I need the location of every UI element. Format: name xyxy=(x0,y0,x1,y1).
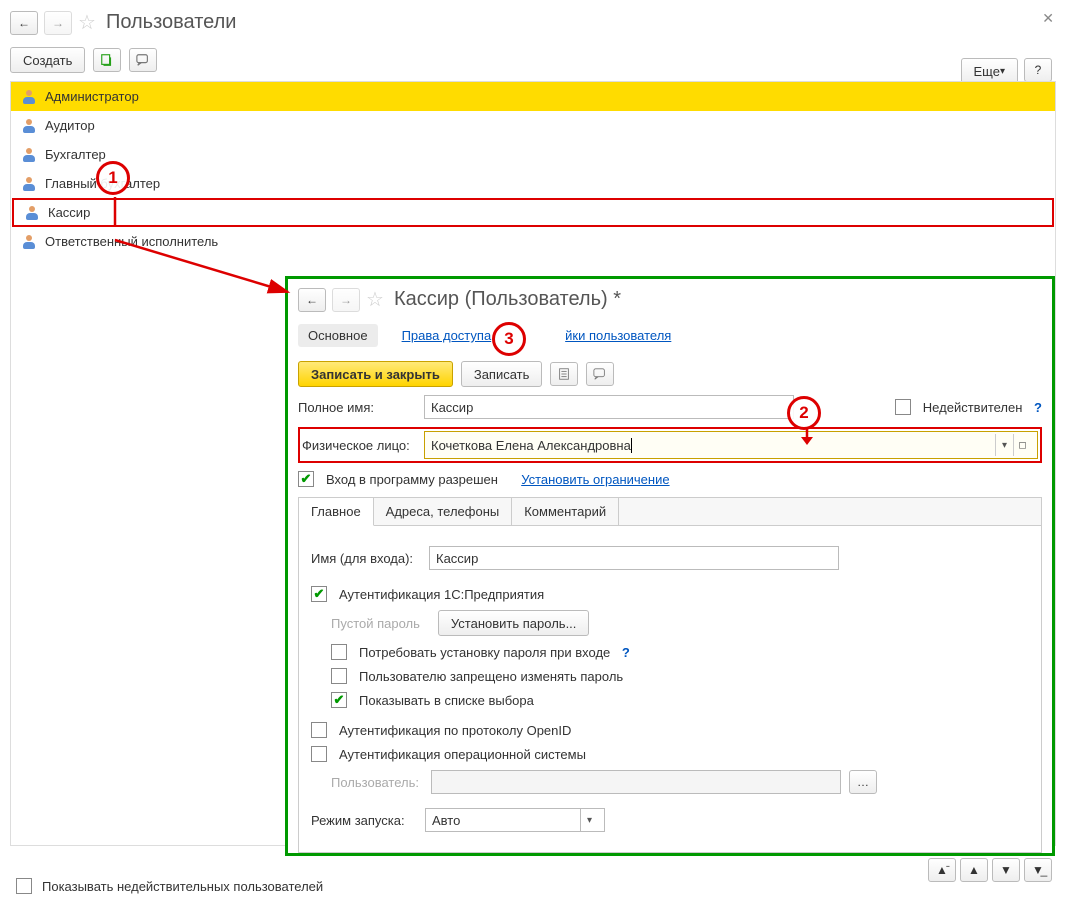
tab-rights[interactable]: Права доступа xyxy=(392,324,502,347)
user-row-auditor[interactable]: Аудитор xyxy=(11,111,1055,140)
show-in-list-checkbox[interactable]: ✔ xyxy=(331,692,347,708)
user-label: Ответственный исполнитель xyxy=(45,234,218,249)
subtab-addresses[interactable]: Адреса, телефоны xyxy=(374,498,513,525)
page-title: Пользователи xyxy=(106,11,237,34)
login-allowed-label: Вход в программу разрешен xyxy=(326,472,498,487)
help-label: ? xyxy=(1035,63,1042,77)
auth-openid-label: Аутентификация по протоколу OpenID xyxy=(339,723,571,738)
show-invalid-users-checkbox[interactable] xyxy=(16,878,32,894)
user-row-chief-accountant[interactable]: Главный бухгалтер xyxy=(11,169,1055,198)
full-name-input[interactable]: Кассир xyxy=(424,395,794,419)
nav-forward-button[interactable]: → xyxy=(44,11,72,35)
full-name-label: Полное имя: xyxy=(298,400,416,415)
annotation-2: 2 xyxy=(787,396,821,430)
chat-button[interactable] xyxy=(129,48,157,72)
auth-os-checkbox[interactable] xyxy=(311,746,327,762)
invalid-label: Недействителен xyxy=(923,400,1023,415)
tab-user-settings[interactable]: йки пользователя xyxy=(555,324,681,347)
subtab-comment[interactable]: Комментарий xyxy=(512,498,619,525)
user-row-accountant[interactable]: Бухгалтер xyxy=(11,140,1055,169)
os-user-browse-button[interactable]: … xyxy=(849,770,877,794)
user-label: Бухгалтер xyxy=(45,147,106,162)
close-button[interactable]: ✕ xyxy=(1042,10,1054,27)
user-icon xyxy=(23,148,35,162)
os-user-label: Пользователь: xyxy=(331,775,423,790)
invalid-checkbox[interactable] xyxy=(895,399,911,415)
person-select[interactable]: Кочеткова Елена Александровна ▾ ◻ xyxy=(424,431,1038,459)
user-label: Администратор xyxy=(45,89,139,104)
sub-body: Имя (для входа): Кассир ✔ Аутентификация… xyxy=(298,526,1042,853)
favorite-star-icon[interactable]: ☆ xyxy=(78,10,96,35)
create-button[interactable]: Создать xyxy=(10,47,85,73)
annotation-1: 1 xyxy=(96,161,130,195)
show-in-list-label: Показывать в списке выбора xyxy=(359,693,534,708)
help-icon[interactable]: ? xyxy=(618,645,630,660)
user-icon xyxy=(23,119,35,133)
user-icon xyxy=(23,90,35,104)
user-row-responsible[interactable]: Ответственный исполнитель xyxy=(11,227,1055,256)
help-icon[interactable]: ? xyxy=(1030,400,1042,415)
person-value: Кочеткова Елена Александровна xyxy=(431,438,632,453)
user-icon xyxy=(23,177,35,191)
list-last-button[interactable]: ▼̲ xyxy=(1024,858,1052,882)
auth-os-label: Аутентификация операционной системы xyxy=(339,747,586,762)
set-limit-link[interactable]: Установить ограничение xyxy=(521,472,669,487)
login-name-input[interactable]: Кассир xyxy=(429,546,839,570)
os-user-input xyxy=(431,770,841,794)
save-close-button[interactable]: Записать и закрыть xyxy=(298,361,453,387)
list-up-button[interactable]: ▲ xyxy=(960,858,988,882)
dropdown-icon[interactable]: ▾ xyxy=(580,809,598,831)
show-invalid-users-label: Показывать недействительных пользователе… xyxy=(42,879,323,894)
inner-title: Кассир (Пользователь) * xyxy=(394,288,621,311)
auth-1c-checkbox[interactable]: ✔ xyxy=(311,586,327,602)
user-label: Кассир xyxy=(48,205,90,220)
no-pw-change-label: Пользователю запрещено изменять пароль xyxy=(359,669,623,684)
user-icon xyxy=(26,206,38,220)
login-allowed-checkbox[interactable]: ✔ xyxy=(298,471,314,487)
person-label: Физическое лицо: xyxy=(302,438,416,453)
dropdown-icon[interactable]: ▾ xyxy=(995,434,1013,456)
require-pw-change-checkbox[interactable] xyxy=(331,644,347,660)
launch-mode-select[interactable]: Авто ▾ xyxy=(425,808,605,832)
user-label: Аудитор xyxy=(45,118,95,133)
set-password-button[interactable]: Установить пароль... xyxy=(438,610,589,636)
copy-button[interactable] xyxy=(93,48,121,72)
subtab-main[interactable]: Главное xyxy=(299,498,374,526)
list-first-button[interactable]: ▲̄ xyxy=(928,858,956,882)
user-row-cashier[interactable]: Кассир xyxy=(12,198,1054,227)
open-icon[interactable]: ◻ xyxy=(1013,434,1031,456)
launch-mode-label: Режим запуска: xyxy=(311,813,417,828)
login-name-label: Имя (для входа): xyxy=(311,551,421,566)
tab-main[interactable]: Основное xyxy=(298,324,378,347)
auth-openid-checkbox[interactable] xyxy=(311,722,327,738)
inner-forward-button[interactable]: → xyxy=(332,288,360,312)
launch-mode-value: Авто xyxy=(432,813,460,828)
save-button[interactable]: Записать xyxy=(461,361,543,387)
nav-back-button[interactable]: ← xyxy=(10,11,38,35)
empty-password-label: Пустой пароль xyxy=(331,616,420,631)
require-pw-change-label: Потребовать установку пароля при входе xyxy=(359,645,610,660)
user-edit-window: ← → ☆ Кассир (Пользователь) * Основное П… xyxy=(285,276,1055,856)
inner-chat-button[interactable] xyxy=(586,362,614,386)
list-down-button[interactable]: ▼ xyxy=(992,858,1020,882)
annotation-3: 3 xyxy=(492,322,526,356)
no-pw-change-checkbox[interactable] xyxy=(331,668,347,684)
user-row-administrator[interactable]: Администратор xyxy=(11,82,1055,111)
favorite-star-icon[interactable]: ☆ xyxy=(366,287,384,312)
help-button[interactable]: ? xyxy=(1024,58,1052,82)
sub-tabs: Главное Адреса, телефоны Комментарий xyxy=(298,497,1042,526)
auth-1c-label: Аутентификация 1С:Предприятия xyxy=(339,587,544,602)
user-icon xyxy=(23,235,35,249)
report-button[interactable] xyxy=(550,362,578,386)
inner-back-button[interactable]: ← xyxy=(298,288,326,312)
